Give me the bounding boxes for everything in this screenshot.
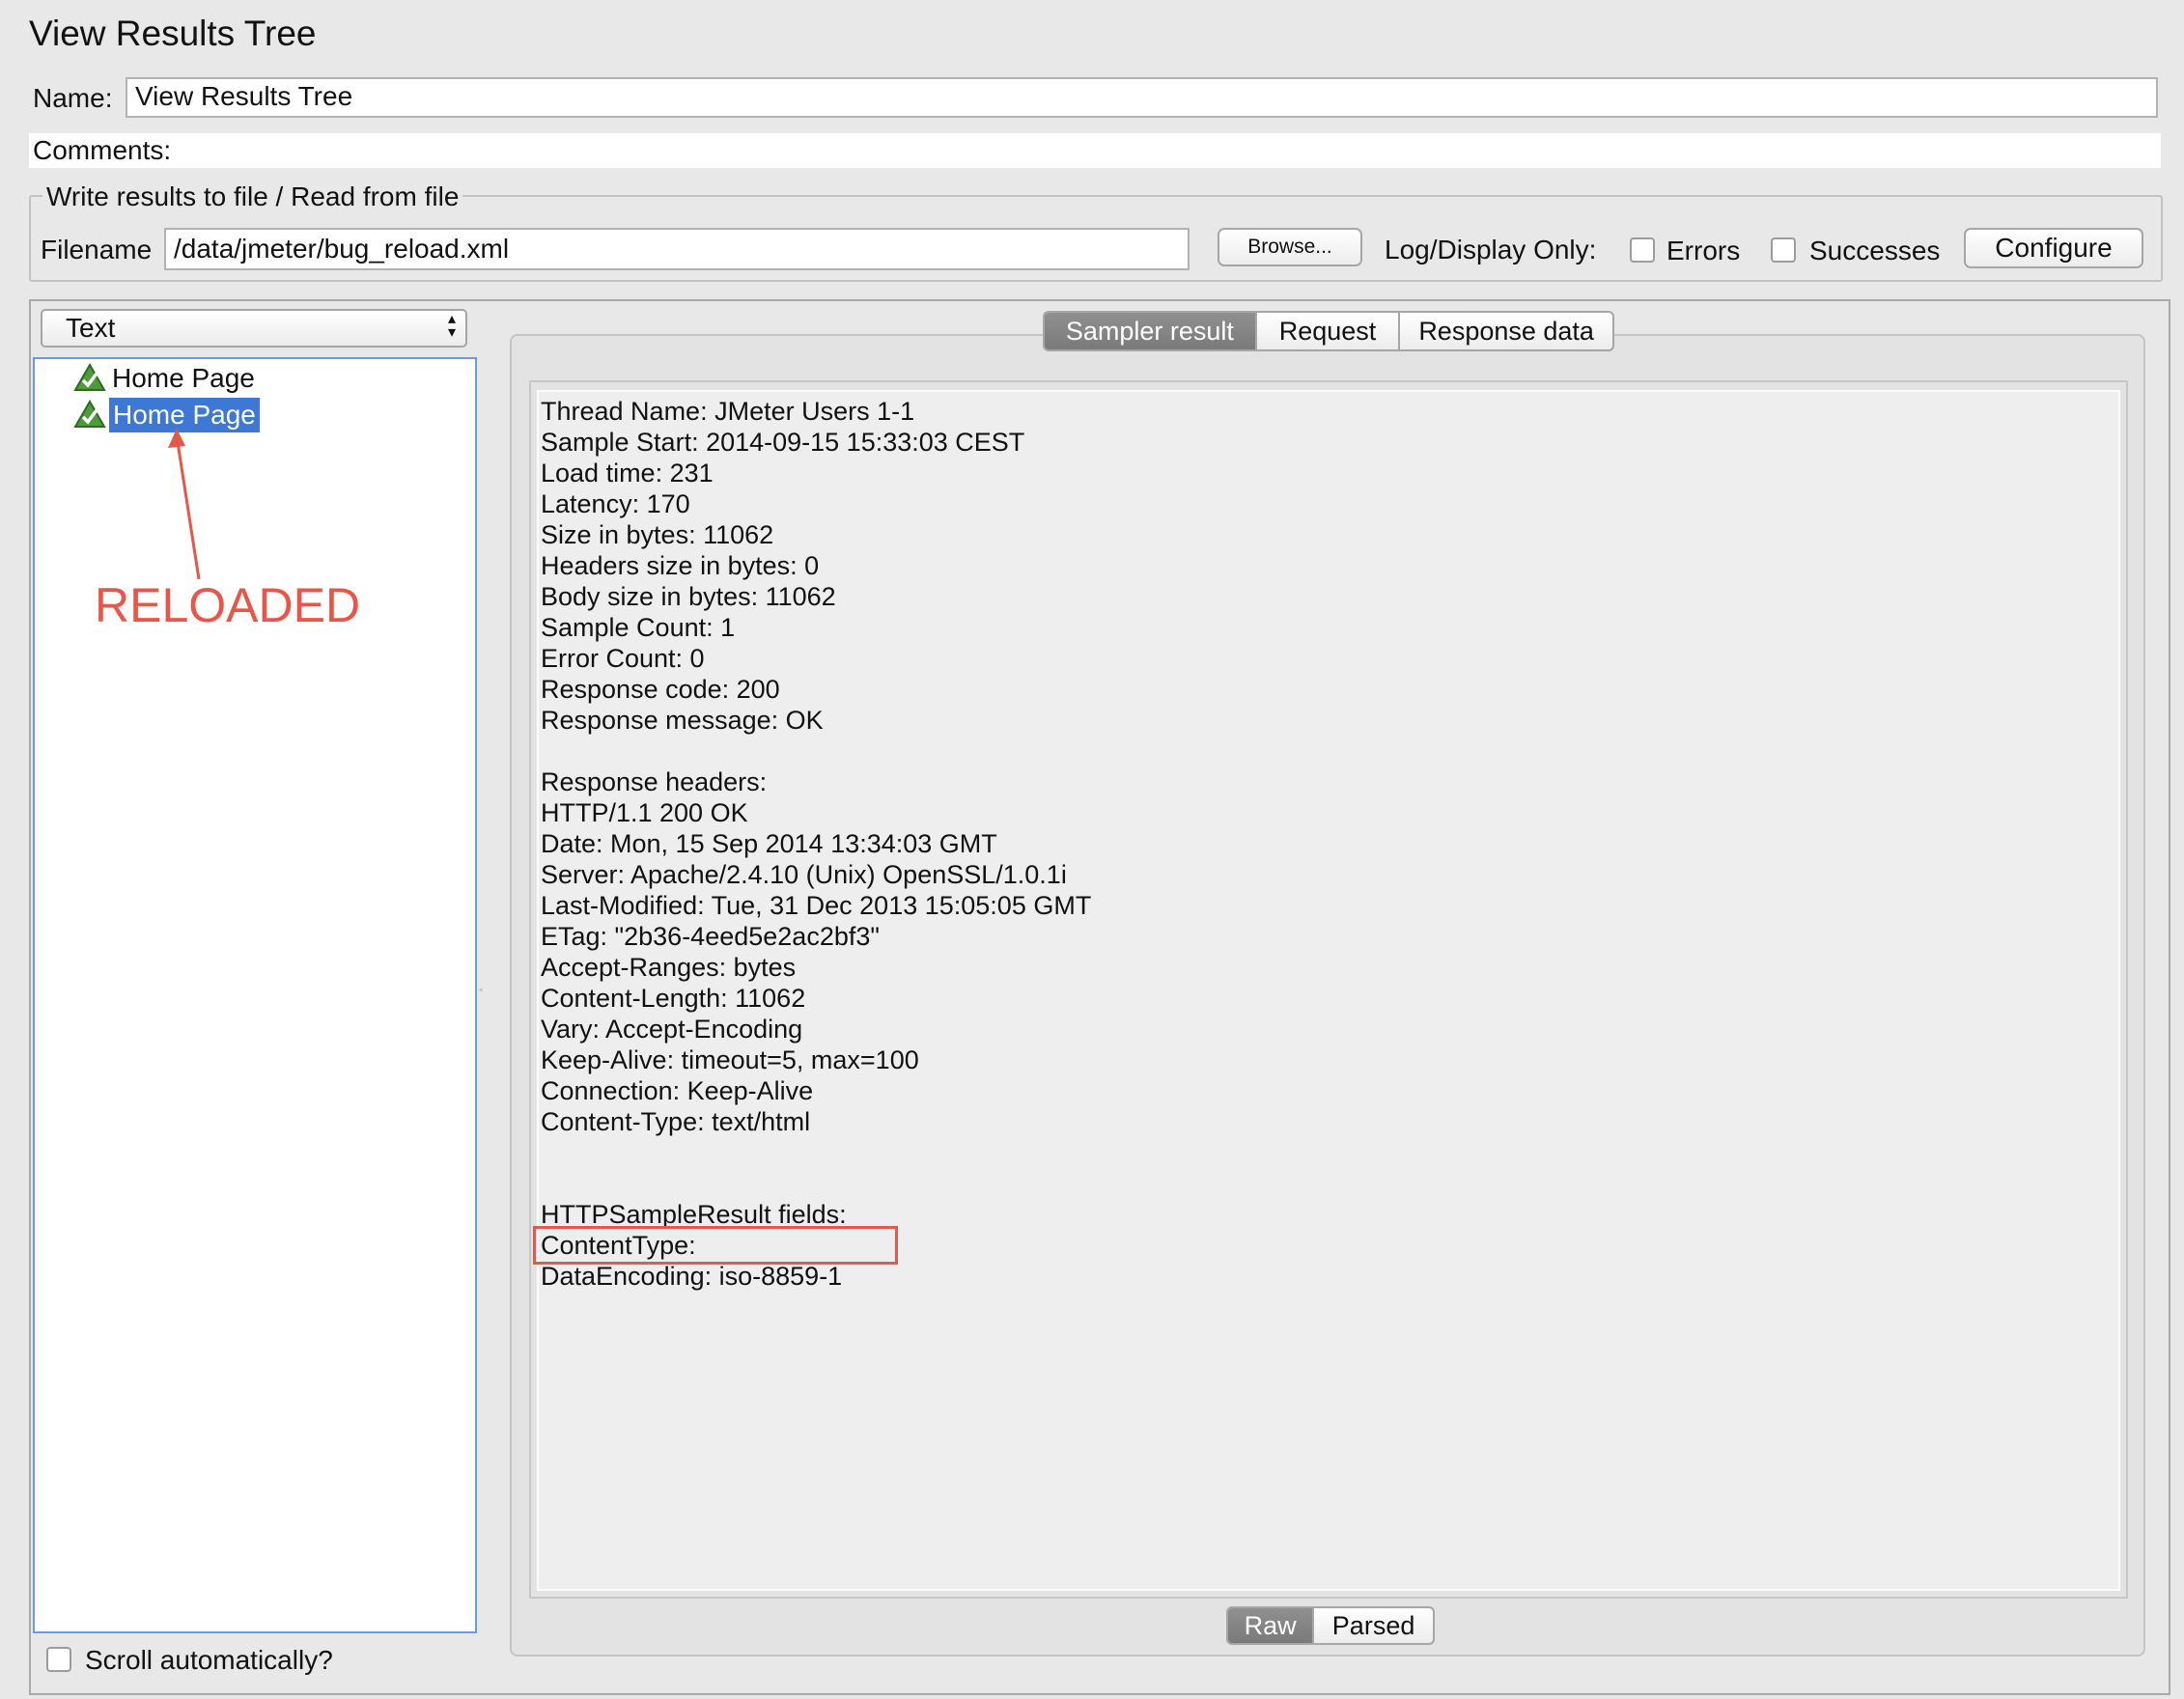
contenttype-highlight-box: [533, 1226, 898, 1265]
view-mode-toggle: Raw Parsed: [1226, 1606, 1435, 1645]
tab-response-data[interactable]: Response data: [1400, 313, 1612, 349]
result-line: ETag: "2b36-4eed5e2ac2bf3": [541, 922, 880, 951]
result-line: [541, 736, 1091, 766]
result-line: Last-Modified: Tue, 31 Dec 2013 15:05:05…: [541, 891, 1092, 920]
filename-field[interactable]: /data/jmeter/bug_reload.xml: [164, 228, 1190, 270]
result-line: Latency: 170: [541, 489, 690, 518]
result-line: Response code: 200: [541, 675, 780, 704]
result-line: Vary: Accept-Encoding: [541, 1015, 803, 1044]
split-divider-handle[interactable]: ◦: [479, 983, 487, 996]
successes-label: Successes: [1809, 236, 1941, 265]
success-shield-icon: [73, 362, 106, 396]
result-line: Sample Start: 2014-09-15 15:33:03 CEST: [541, 428, 1025, 457]
scroll-auto-checkbox[interactable]: [46, 1647, 71, 1672]
results-tree[interactable]: [33, 357, 477, 1633]
comments-field[interactable]: [29, 133, 2161, 168]
page-title: View Results Tree: [29, 14, 317, 53]
renderer-select-value: Text: [66, 313, 116, 343]
result-line: Keep-Alive: timeout=5, max=100: [541, 1045, 919, 1074]
sampler-result-text: Thread Name: JMeter Users 1-1 Sample Star…: [541, 396, 1091, 1292]
tab-sampler-result[interactable]: Sampler result: [1045, 313, 1257, 349]
result-line: DataEncoding: iso-8859-1: [541, 1262, 843, 1291]
name-label: Name:: [33, 83, 113, 113]
successes-checkbox[interactable]: [1771, 237, 1796, 263]
parsed-button[interactable]: Parsed: [1314, 1608, 1433, 1643]
result-line: Body size in bytes: 11062: [541, 582, 836, 611]
success-shield-icon: [73, 399, 106, 432]
result-line: Date: Mon, 15 Sep 2014 13:34:03 GMT: [541, 829, 997, 858]
raw-button[interactable]: Raw: [1228, 1608, 1315, 1643]
result-line: [541, 1137, 1091, 1168]
renderer-select[interactable]: Text ▴ ▾: [41, 309, 467, 348]
result-line: Content-Length: 11062: [541, 984, 806, 1013]
result-line: Headers size in bytes: 0: [541, 551, 820, 580]
filename-label: Filename: [41, 235, 153, 265]
result-line: Size in bytes: 11062: [541, 520, 774, 549]
file-group-legend: Write results to file / Read from file: [42, 181, 463, 212]
result-line: Response message: OK: [541, 706, 824, 735]
result-line: Error Count: 0: [541, 644, 705, 673]
configure-button[interactable]: Configure: [1964, 228, 2143, 268]
result-line: Accept-Ranges: bytes: [541, 953, 797, 982]
browse-button[interactable]: Browse...: [1218, 228, 1362, 266]
tree-item-home-page-1[interactable]: Home Page: [112, 363, 255, 394]
result-line: Content-Type: text/html: [541, 1107, 811, 1136]
errors-checkbox[interactable]: [1630, 237, 1655, 263]
tab-request[interactable]: Request: [1257, 313, 1401, 349]
result-line: Response headers:: [541, 767, 768, 796]
result-line: Load time: 231: [541, 459, 714, 487]
errors-label: Errors: [1666, 236, 1741, 265]
scroll-auto-label: Scroll automatically?: [85, 1645, 333, 1675]
name-field[interactable]: View Results Tree: [126, 77, 2158, 118]
result-line: Connection: Keep-Alive: [541, 1076, 814, 1105]
comments-label: Comments:: [33, 135, 172, 165]
tab-bar: Sampler result Request Response data: [1043, 311, 1614, 351]
reloaded-annotation: RELOADED: [95, 578, 361, 632]
result-line: [541, 1168, 1091, 1199]
select-arrows-icon: ▴ ▾: [447, 311, 456, 341]
log-display-label: Log/Display Only:: [1385, 235, 1597, 265]
result-line: HTTP/1.1 200 OK: [541, 798, 748, 827]
annotation-arrow: [168, 429, 201, 580]
result-line: Server: Apache/2.4.10 (Unix) OpenSSL/1.0…: [541, 860, 1067, 889]
result-line: Sample Count: 1: [541, 613, 736, 642]
result-line: Thread Name: JMeter Users 1-1: [541, 397, 915, 426]
